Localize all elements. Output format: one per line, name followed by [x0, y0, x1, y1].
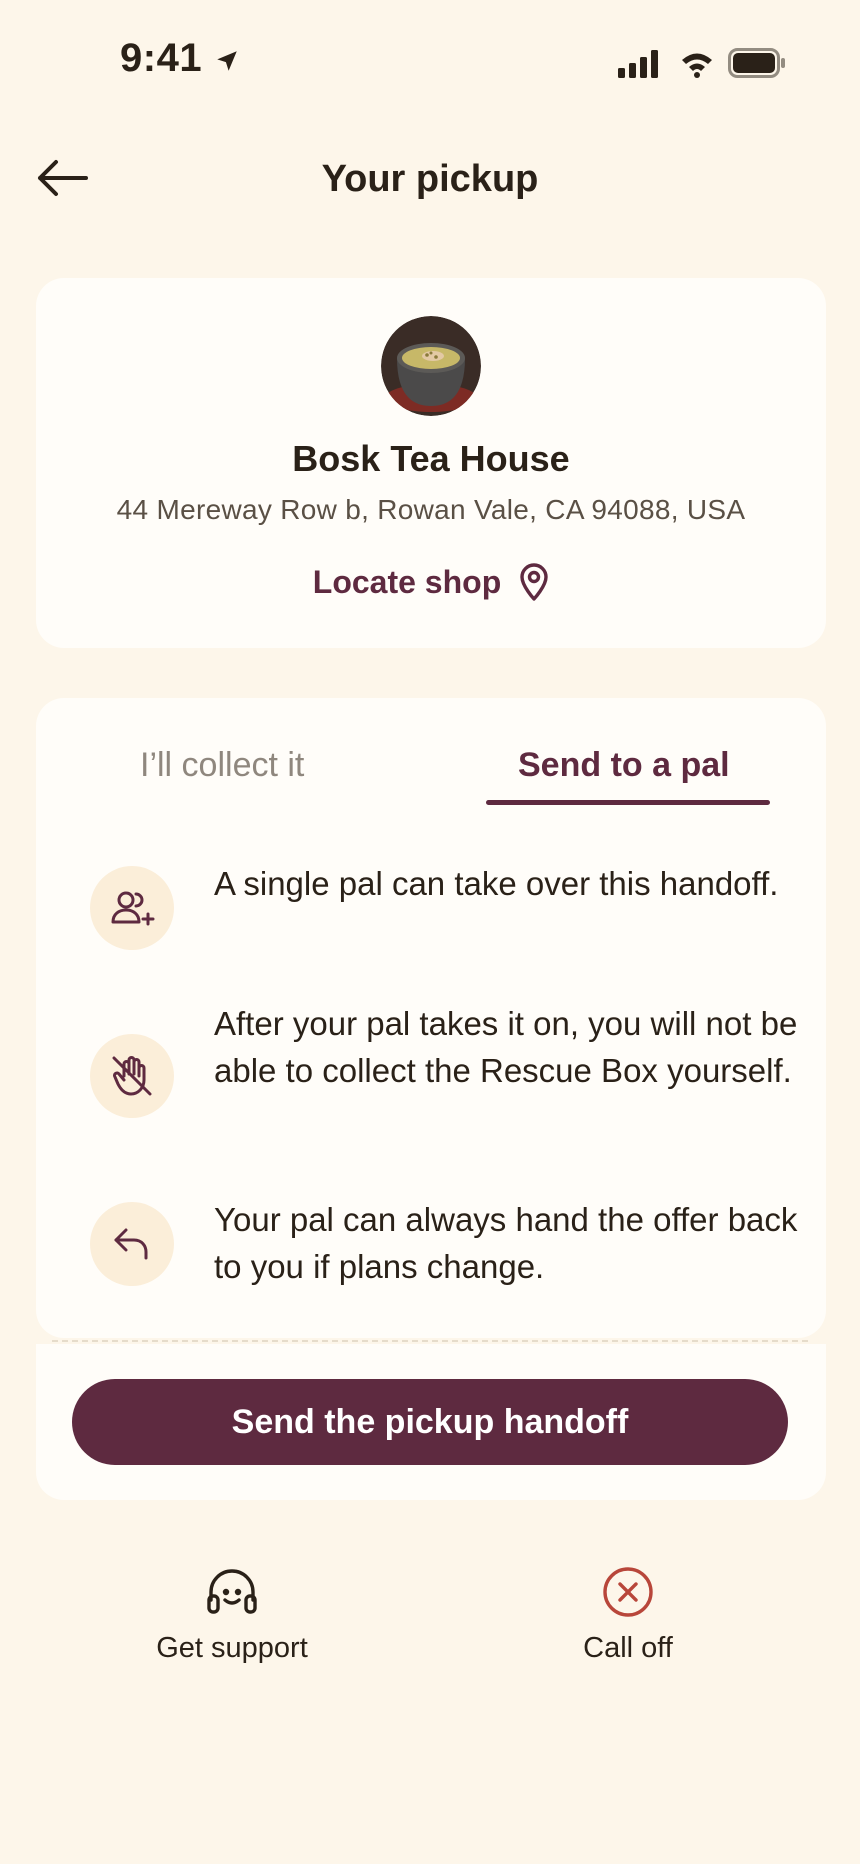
get-support-button[interactable]: Get support — [82, 1566, 382, 1665]
status-time: 9:41 — [120, 36, 203, 80]
header: Your pickup — [0, 140, 860, 220]
locate-shop-label: Locate shop — [312, 563, 502, 600]
locate-shop-button[interactable]: Locate shop — [36, 562, 826, 602]
wifi-icon — [680, 50, 714, 83]
divider — [52, 1340, 808, 1342]
headset-icon — [207, 1569, 257, 1614]
shop-address: 44 Mereway Row b, Rowan Vale, CA 94088, … — [116, 494, 746, 525]
info-text: After your pal takes it on, you will not… — [214, 1005, 798, 1089]
info-text: A single pal can take over this handoff. — [214, 865, 779, 902]
shop-name: Bosk Tea House — [292, 438, 570, 479]
cancel-circle-icon — [603, 1567, 653, 1617]
pickup-options-card: I’ll collect it Send to a pal A single p… — [36, 698, 826, 1338]
active-tab-indicator — [486, 800, 770, 805]
user-plus-icon — [90, 866, 174, 950]
tab-collect-it[interactable]: I’ll collect it — [140, 746, 304, 785]
pickup-screen: 9:41 Your pickup Bosk Tea House 44 Merew… — [0, 0, 860, 1864]
tab-send-to-pal[interactable]: Send to a pal — [518, 746, 730, 785]
call-off-button[interactable]: Call off — [478, 1566, 778, 1665]
get-support-label: Get support — [156, 1632, 308, 1664]
location-arrow-icon — [214, 48, 240, 79]
battery-icon — [728, 48, 786, 83]
cta-card: Send the pickup handoff — [36, 1344, 826, 1500]
map-pin-icon — [520, 563, 548, 601]
call-off-label: Call off — [583, 1632, 673, 1664]
status-bar: 9:41 — [0, 0, 860, 120]
hand-off-icon — [90, 1034, 174, 1118]
shop-avatar — [381, 316, 481, 416]
shop-card: Bosk Tea House 44 Mereway Row b, Rowan V… — [36, 278, 826, 648]
send-handoff-button[interactable]: Send the pickup handoff — [72, 1379, 788, 1465]
undo-arrow-icon — [90, 1202, 174, 1286]
page-title: Your pickup — [321, 158, 539, 200]
cellular-signal-icon — [618, 50, 662, 83]
info-text: Your pal can always hand the offer back … — [214, 1201, 798, 1285]
